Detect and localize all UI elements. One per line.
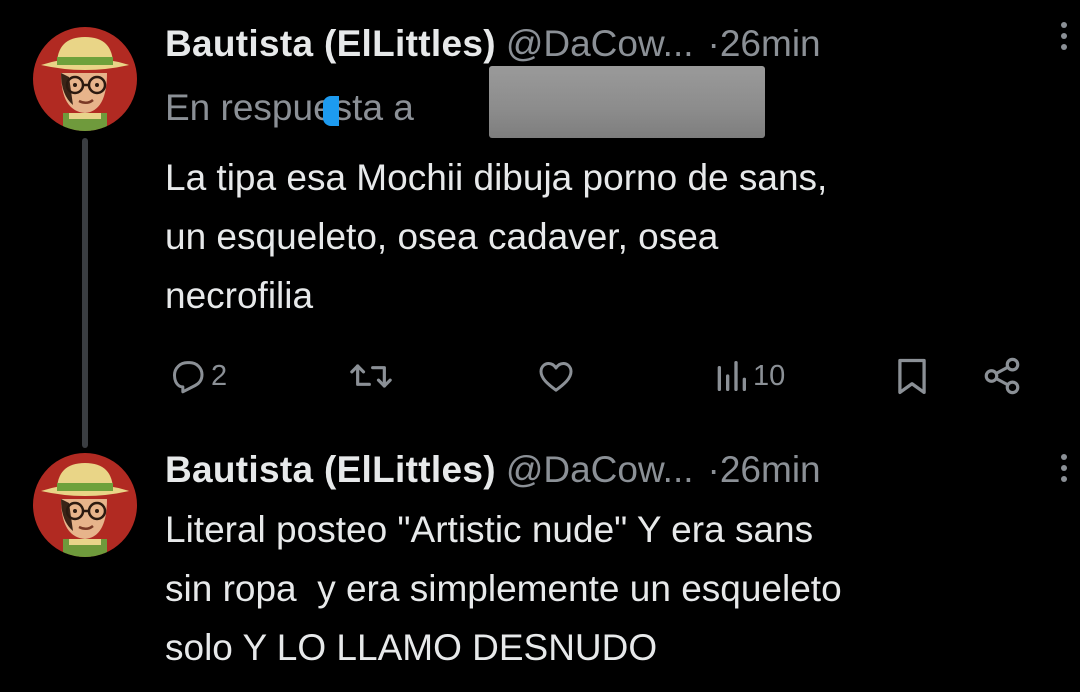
- heart-icon: [539, 362, 573, 392]
- share-icon: [984, 357, 1020, 395]
- views-chart-icon: [717, 361, 746, 391]
- tweet-header: Bautista (ElLittles) @DaCow... ·26min: [165, 440, 1040, 500]
- timestamp[interactable]: 26min: [720, 449, 821, 490]
- tweet-header: Bautista (ElLittles) @DaCow... ·26min: [165, 14, 1040, 74]
- bookmark-button[interactable]: [893, 344, 931, 408]
- reply-count: 2: [211, 359, 228, 392]
- tweet-2[interactable]: Bautista (ElLittles) @DaCow... ·26min Lite…: [0, 440, 1080, 692]
- retweet-button[interactable]: [349, 344, 393, 408]
- retweet-icon: [350, 364, 392, 388]
- tweet-text-line: necrofilia: [165, 275, 314, 316]
- tweet-text-line: Literal posteo "Artistic nude" Y era san…: [165, 509, 814, 550]
- author-name[interactable]: Bautista (ElLittles): [165, 23, 496, 64]
- reply-icon: [173, 361, 204, 394]
- tweet-text-line: La tipa esa Mochii dibuja porno de sans,: [165, 157, 828, 198]
- views-count: 10: [753, 359, 786, 392]
- tweet-text-line: sin ropa y era simplemente un esqueleto: [165, 568, 842, 609]
- tweet-text-line: un esqueleto, osea cadaver, osea: [165, 216, 719, 257]
- thread-connector-line: [82, 138, 88, 448]
- author-handle[interactable]: @DaCow...: [506, 23, 694, 64]
- author-avatar[interactable]: [33, 27, 137, 131]
- more-options-icon[interactable]: [1054, 22, 1074, 58]
- timestamp[interactable]: 26min: [720, 23, 821, 64]
- redacted-mention-box: [489, 66, 765, 138]
- tweet-text-line: solo Y LO LLAMO DESNUDO: [165, 627, 658, 668]
- author-avatar[interactable]: [33, 453, 137, 557]
- separator-dot: ·: [707, 23, 720, 64]
- action-bar: 2 10: [165, 344, 1045, 408]
- reply-context: En respuesta a: [165, 78, 414, 138]
- share-button[interactable]: [981, 344, 1023, 408]
- mention-link-fragment[interactable]: [323, 96, 339, 126]
- tweet-text: La tipa esa Mochii dibuja porno de sans,…: [165, 148, 1045, 325]
- author-name[interactable]: Bautista (ElLittles): [165, 449, 496, 490]
- author-handle[interactable]: @DaCow...: [506, 449, 694, 490]
- separator-dot: ·: [707, 449, 720, 490]
- avatar-image: [33, 27, 137, 131]
- like-button[interactable]: [535, 344, 577, 408]
- bookmark-icon: [898, 358, 926, 395]
- tweet-1[interactable]: Bautista (ElLittles) @DaCow... ·26min En r…: [0, 0, 1080, 448]
- reply-button[interactable]: 2: [167, 344, 227, 408]
- views-button[interactable]: 10: [713, 344, 785, 408]
- avatar-image: [33, 453, 137, 557]
- more-options-icon[interactable]: [1054, 454, 1074, 490]
- reply-label: En respuesta a: [165, 87, 414, 128]
- tweet-text: Literal posteo "Artistic nude" Y era san…: [165, 500, 1045, 677]
